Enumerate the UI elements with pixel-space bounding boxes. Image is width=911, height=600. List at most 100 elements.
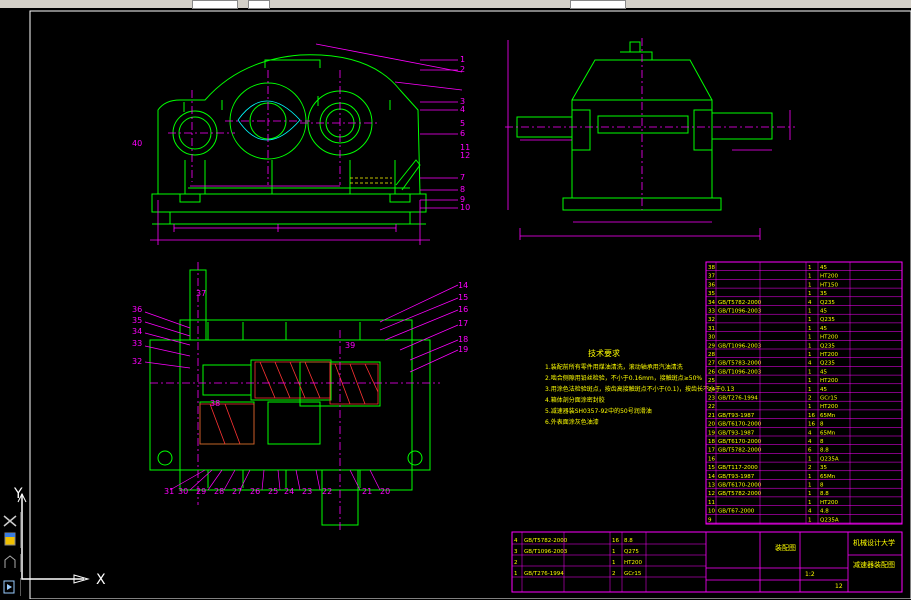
front-view <box>151 54 427 225</box>
table-cell: HT200 <box>820 378 838 384</box>
title-cell: GB/T5782-2000 <box>524 538 568 544</box>
table-cell: 16 <box>708 456 715 462</box>
balloon-label: 40 <box>132 139 142 148</box>
table-cell: 1 <box>808 378 812 384</box>
table-cell: 27 <box>708 361 715 367</box>
drawing-canvas[interactable]: 技术要求 1.装配前所有零件用煤油清洗，滚动轴承用汽油清洗 2.啮合侧隙用铅丝检… <box>0 8 911 599</box>
table-cell: 17 <box>708 448 715 454</box>
plan-view-leaders <box>144 284 459 491</box>
balloon-label: 18 <box>458 335 468 344</box>
table-cell: 1 <box>808 500 812 506</box>
table-cell: 65Mn <box>820 474 836 480</box>
table-cell: 1 <box>808 404 812 410</box>
title-cell: GB/T1096-2003 <box>524 549 568 555</box>
table-cell: 2 <box>808 396 812 402</box>
table-cell: 32 <box>708 317 715 323</box>
balloon-label: 23 <box>302 487 312 496</box>
table-cell: 8 <box>820 439 824 445</box>
table-cell: 19 <box>708 430 715 436</box>
sheet-border <box>29 10 911 599</box>
balloon-label: 1 <box>460 55 465 64</box>
school-name: 机械设计大学 <box>853 538 895 547</box>
table-cell: GB/T5782-2000 <box>718 300 762 306</box>
ucs-icon: Y X <box>13 486 106 588</box>
table-cell: GB/T1096-2003 <box>718 369 762 375</box>
title-cell: 3 <box>514 549 518 555</box>
table-cell: 1 <box>808 291 812 297</box>
table-cell: 31 <box>708 326 715 332</box>
table-cell: Q235 <box>820 361 835 367</box>
balloon-label: 29 <box>196 487 206 496</box>
table-cell: 1 <box>808 335 812 341</box>
tech-req-line: 5.减速器装SH0357-92中的50号润滑油 <box>545 407 652 415</box>
table-cell: GB/T93-1987 <box>718 474 755 480</box>
table-cell: 24 <box>708 387 715 393</box>
table-cell: 1 <box>808 343 812 349</box>
table-cell: 1 <box>808 317 812 323</box>
ucs-x-label: X <box>96 572 106 588</box>
table-cell: 8.8 <box>820 491 829 497</box>
table-cell: 65Mn <box>820 430 836 436</box>
side-view <box>516 41 773 211</box>
balloon-label: 12 <box>460 151 470 160</box>
balloon-label: 16 <box>458 305 468 314</box>
table-cell: 45 <box>820 309 827 315</box>
balloon-label: 37 <box>196 289 206 298</box>
table-cell: 29 <box>708 343 715 349</box>
table-cell: GB/T117-2000 <box>718 465 758 471</box>
table-cell: 16 <box>808 413 815 419</box>
table-cell: GB/T67-2000 <box>718 509 755 515</box>
balloon-label: 21 <box>362 487 372 496</box>
balloon-label: 31 <box>164 487 174 496</box>
tech-req-title: 技术要求 <box>588 348 620 358</box>
tech-req-line: 4.箱体剖分面涂密封胶 <box>545 396 605 404</box>
table-cell: 33 <box>708 309 715 315</box>
parts-list-table: 38 1 4537 1 HT20036 1 HT15035 1 3534 GB/T5782-200… <box>705 261 903 525</box>
table-cell: 25 <box>708 378 715 384</box>
product-name: 减速器装配图 <box>853 560 895 569</box>
balloon-label: 20 <box>380 487 390 496</box>
table-cell: 37 <box>708 274 715 280</box>
balloon-label: 35 <box>132 316 142 325</box>
tech-req-line: 2.啮合侧隙用铅丝检验，不小于0.16mm，接触斑点≥50% <box>545 374 702 382</box>
table-cell: 1 <box>808 456 812 462</box>
table-cell: 45 <box>820 369 827 375</box>
table-cell: 1 <box>808 309 812 315</box>
balloon-label: 34 <box>132 327 142 336</box>
table-cell: 1 <box>808 326 812 332</box>
balloon-label: 32 <box>132 357 142 366</box>
table-cell: GB/T1096-2003 <box>718 309 762 315</box>
title-left-rows: 4 GB/T5782-2000 16 8.8 3 GB/T1096-2003 1 Q275 2 1… <box>512 532 706 592</box>
side-view-centers <box>505 38 795 210</box>
table-cell: 4 <box>808 430 812 436</box>
table-cell: 45 <box>820 326 827 332</box>
table-cell: 9 <box>708 517 712 523</box>
title-block: 4 GB/T5782-2000 16 8.8 3 GB/T1096-2003 1 Q275 2 1… <box>511 531 903 593</box>
table-cell: GB/T5783-2000 <box>718 361 762 367</box>
table-cell: 4 <box>808 300 812 306</box>
balloon-label: 39 <box>345 341 355 350</box>
table-cell: 1 <box>808 282 812 288</box>
table-cell: 36 <box>708 282 715 288</box>
table-cell: 45 <box>820 387 827 393</box>
balloon-label: 4 <box>460 105 465 114</box>
table-cell: HT200 <box>820 274 838 280</box>
ucs-y-label: Y <box>13 486 23 502</box>
table-cell: 11 <box>708 500 715 506</box>
title-cell: 4 <box>514 538 518 544</box>
table-cell: 1 <box>808 274 812 280</box>
balloon-label: 30 <box>178 487 188 496</box>
table-cell: HT200 <box>820 335 838 341</box>
table-cell: HT150 <box>820 282 838 288</box>
table-cell: 1 <box>808 517 812 523</box>
table-cell: 8.8 <box>820 448 829 454</box>
application-toolbar-strip <box>0 0 911 9</box>
title-cell: GCr15 <box>624 571 642 577</box>
balloon-label: 8 <box>460 185 465 194</box>
balloon-label: 7 <box>460 173 465 182</box>
table-cell: 35 <box>708 291 715 297</box>
table-cell: Q235 <box>820 343 835 349</box>
table-cell: 35 <box>820 465 827 471</box>
table-cell: 4.8 <box>820 509 829 515</box>
table-cell: 1 <box>808 369 812 375</box>
